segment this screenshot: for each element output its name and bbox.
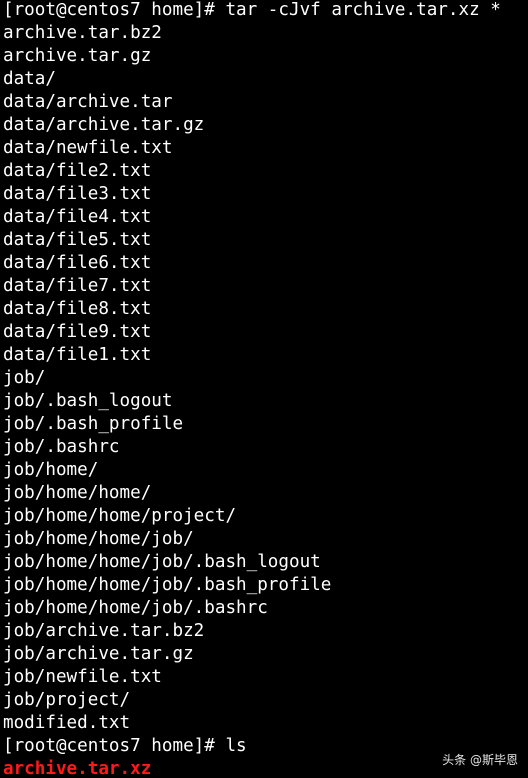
output-line: data/newfile.txt bbox=[3, 138, 173, 158]
output-line: data/archive.tar.gz bbox=[3, 115, 205, 135]
output-line: data/file3.txt bbox=[3, 184, 152, 204]
output-line: job/archive.tar.gz bbox=[3, 644, 194, 664]
output-line: job/.bash_logout bbox=[3, 391, 173, 411]
command-line: [root@centos7 home]# ls bbox=[3, 736, 247, 756]
output-line: job/home/home/job/.bashrc bbox=[3, 598, 268, 618]
output-line: job/ bbox=[3, 368, 46, 388]
output-line: job/archive.tar.bz2 bbox=[3, 621, 205, 641]
output-line: archive.tar.bz2 bbox=[3, 23, 162, 43]
output-line: job/home/home/ bbox=[3, 483, 152, 503]
output-line: job/.bash_profile bbox=[3, 414, 184, 434]
output-line: modified.txt bbox=[3, 713, 131, 733]
output-line: job/home/home/job/.bash_logout bbox=[3, 552, 321, 572]
watermark-label: 头条 @斯毕恩 bbox=[442, 753, 518, 767]
output-line: data/file6.txt bbox=[3, 253, 152, 273]
output-line: job/home/home/job/ bbox=[3, 529, 194, 549]
terminal-output: [root@centos7 home]# tar -cJvf archive.t… bbox=[3, 0, 501, 778]
output-line: data/ bbox=[3, 69, 56, 89]
output-line: archive.tar.gz bbox=[3, 46, 152, 66]
output-line: data/file9.txt bbox=[3, 322, 152, 342]
output-line: job/home/home/job/.bash_profile bbox=[3, 575, 332, 595]
output-line: job/project/ bbox=[3, 690, 131, 710]
output-line: data/file4.txt bbox=[3, 207, 152, 227]
output-line: data/file8.txt bbox=[3, 299, 152, 319]
output-line: data/file7.txt bbox=[3, 276, 152, 296]
output-line: data/archive.tar bbox=[3, 92, 173, 112]
terminal-window[interactable]: [root@centos7 home]# tar -cJvf archive.t… bbox=[0, 0, 528, 778]
output-line: job/home/ bbox=[3, 460, 99, 480]
output-line: data/file1.txt bbox=[3, 345, 152, 365]
command-line: [root@centos7 home]# tar -cJvf archive.t… bbox=[3, 0, 501, 20]
output-line: data/file2.txt bbox=[3, 161, 152, 181]
output-line: data/file5.txt bbox=[3, 230, 152, 250]
archive-file-entry: archive.tar.xz bbox=[3, 759, 152, 778]
output-line: job/.bashrc bbox=[3, 437, 120, 457]
output-line: job/home/home/project/ bbox=[3, 506, 237, 526]
output-line: job/newfile.txt bbox=[3, 667, 162, 687]
